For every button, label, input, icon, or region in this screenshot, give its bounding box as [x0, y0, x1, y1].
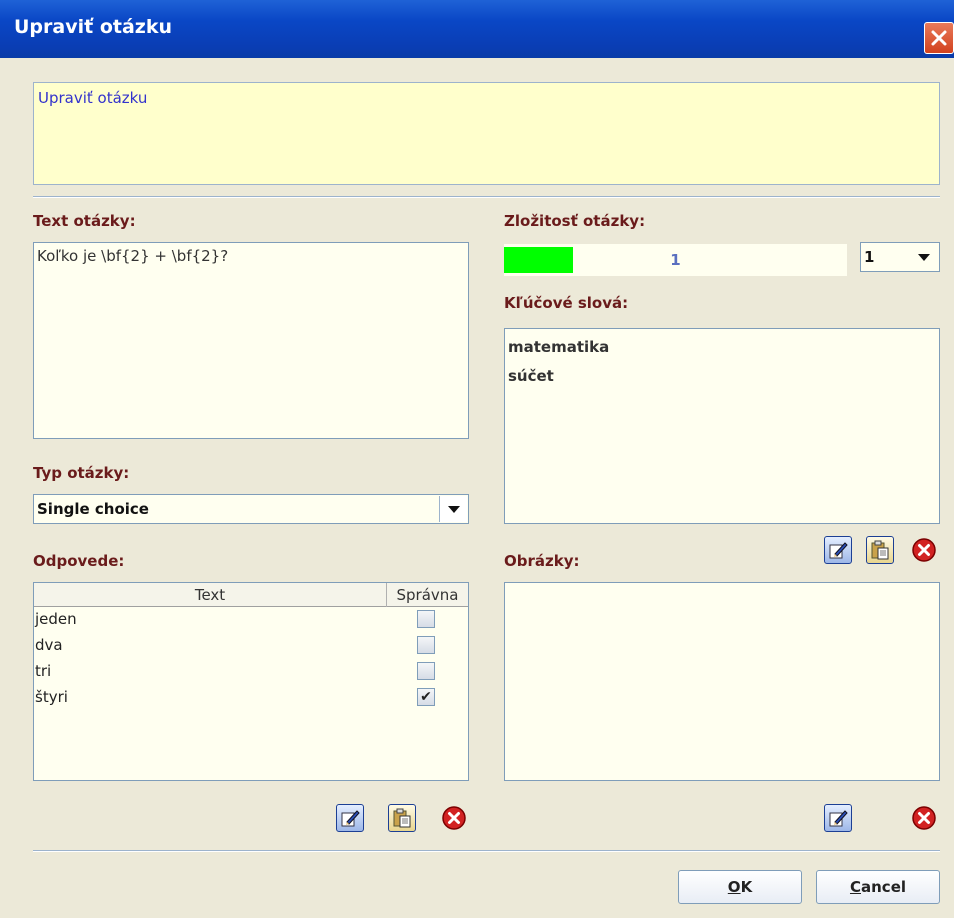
ok-button[interactable]: OK [678, 870, 802, 904]
edit-icon [829, 542, 848, 559]
delete-keyword-button[interactable] [910, 536, 938, 564]
paste-icon [871, 540, 889, 560]
info-panel: Upraviť otázku [33, 82, 940, 185]
question-text-area[interactable]: Koľko je \bf{2} + \bf{2}? [33, 242, 469, 439]
edit-answer-button[interactable] [336, 804, 364, 832]
cancel-button[interactable]: Cancel [816, 870, 940, 904]
edit-keyword-button[interactable] [824, 536, 852, 564]
column-header-text[interactable]: Text [34, 583, 387, 607]
title-bar: Upraviť otázku [0, 0, 954, 58]
paste-icon [393, 808, 411, 828]
correct-checkbox[interactable] [417, 636, 435, 654]
answers-table[interactable]: Text Správna jeden dva tri štyri ✔ [33, 582, 469, 781]
delete-icon [442, 806, 466, 830]
difficulty-progress-bar: 1 [504, 244, 847, 276]
edit-icon [829, 810, 848, 827]
question-type-value: Single choice [37, 500, 149, 518]
column-header-correct[interactable]: Správna [387, 583, 468, 607]
edit-icon [341, 810, 360, 827]
top-separator [33, 196, 940, 198]
paste-answer-button[interactable] [388, 804, 416, 832]
images-list[interactable] [504, 582, 940, 781]
close-icon [931, 30, 947, 46]
answers-table-header: Text Správna [34, 583, 468, 607]
question-type-label: Typ otázky: [33, 464, 130, 482]
delete-icon [912, 806, 936, 830]
difficulty-label: Zložitosť otázky: [504, 212, 646, 230]
edit-image-button[interactable] [824, 804, 852, 832]
answers-label: Odpovede: [33, 552, 125, 570]
delete-icon [912, 538, 936, 562]
answer-text: tri [35, 662, 52, 680]
difficulty-value-text: 1 [670, 251, 681, 269]
table-row[interactable]: tri [34, 659, 468, 685]
correct-checkbox[interactable]: ✔ [417, 688, 435, 706]
window-title: Upraviť otázku [14, 16, 172, 38]
question-text-label: Text otázky: [33, 212, 136, 230]
cancel-label-rest: ancel [861, 878, 907, 896]
question-type-select[interactable]: Single choice [33, 494, 469, 524]
keywords-label: Kľúčové slová: [504, 294, 629, 312]
keywords-list[interactable]: matematika súčet [504, 328, 940, 524]
ok-label-rest: K [740, 878, 753, 896]
dialog-body: Upraviť otázku Text otázky: Koľko je \bf… [0, 58, 954, 918]
correct-checkbox[interactable] [417, 662, 435, 680]
chevron-down-icon[interactable] [439, 496, 467, 522]
table-row[interactable]: dva [34, 633, 468, 659]
answer-text: dva [35, 636, 63, 654]
chevron-down-icon[interactable] [910, 244, 938, 270]
answer-text: jeden [35, 610, 77, 628]
keyword-item[interactable]: súčet [508, 362, 936, 391]
ok-mnemonic: O [727, 878, 741, 896]
delete-image-button[interactable] [910, 804, 938, 832]
paste-keyword-button[interactable] [866, 536, 894, 564]
difficulty-select[interactable]: 1 [860, 242, 940, 272]
delete-answer-button[interactable] [440, 804, 468, 832]
answer-text: štyri [35, 688, 68, 706]
question-text-value: Koľko je \bf{2} + \bf{2}? [37, 247, 229, 265]
correct-checkbox[interactable] [417, 610, 435, 628]
info-text: Upraviť otázku [38, 89, 148, 107]
images-label: Obrázky: [504, 552, 580, 570]
keyword-item[interactable]: matematika [508, 333, 936, 362]
table-row[interactable]: jeden [34, 607, 468, 633]
close-button[interactable] [924, 22, 954, 54]
bottom-separator [33, 850, 940, 852]
table-row[interactable]: štyri ✔ [34, 685, 468, 711]
cancel-mnemonic: C [849, 878, 861, 896]
difficulty-select-value: 1 [864, 248, 875, 266]
